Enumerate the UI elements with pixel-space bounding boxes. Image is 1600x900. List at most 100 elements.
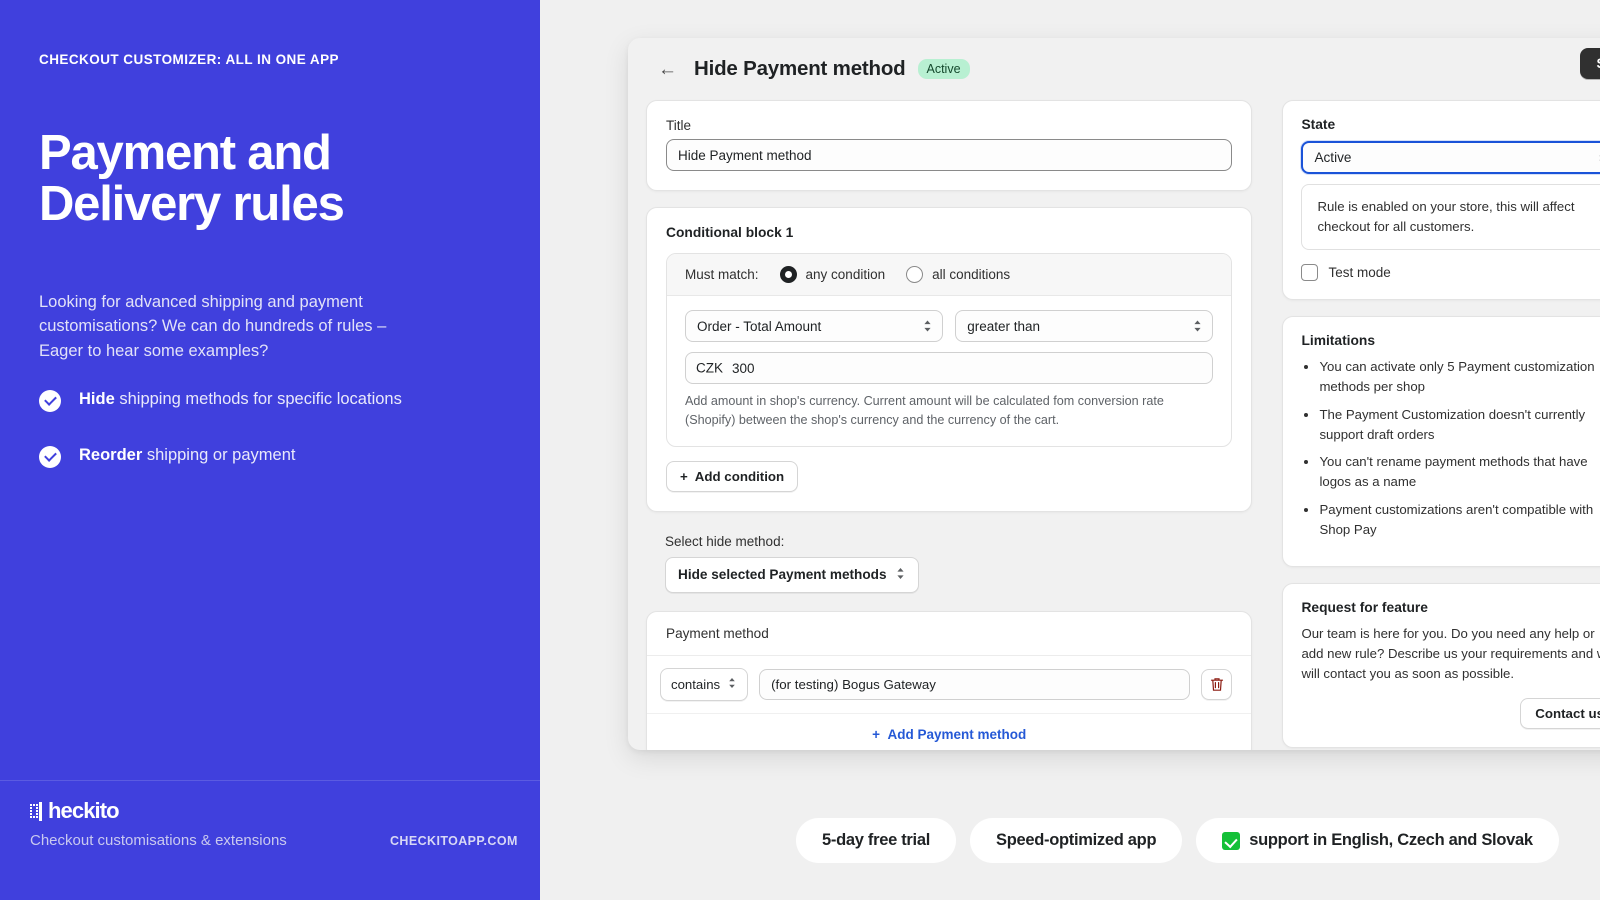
promo-title-line-2: Delivery rules — [39, 177, 345, 232]
state-note: Rule is enabled on your store, this will… — [1301, 184, 1600, 251]
condition-field-select[interactable]: Order - Total Amount — [685, 310, 944, 342]
hide-method-select[interactable]: Hide selected Payment methods — [665, 556, 919, 593]
condition-operator-select[interactable]: greater than — [955, 310, 1214, 342]
list-item: Payment customizations aren't compatible… — [1319, 500, 1600, 540]
promo-title-line-1: Payment and — [39, 126, 332, 180]
promo-feature-text: Reorder shipping or payment — [79, 444, 295, 467]
chevron-updown-icon — [727, 676, 737, 693]
list-item: You can activate only 5 Payment customiz… — [1319, 357, 1600, 397]
conditional-block-heading: Conditional block 1 — [666, 225, 794, 240]
pill-support-languages: support in English, Czech and Slovak — [1196, 818, 1559, 863]
payment-operator-value: contains — [671, 676, 721, 692]
condition-field-value: Order - Total Amount — [697, 318, 822, 334]
state-select-value: Active — [1314, 150, 1352, 165]
hide-method-section: Select hide method: Hide selected Paymen… — [646, 528, 1252, 595]
promo-eyebrow: CHECKOUT CUSTOMIZER: ALL IN ONE APP — [39, 52, 340, 67]
promo-feature-emphasis: Hide — [79, 390, 115, 408]
request-feature-card: Request for feature Our team is here for… — [1282, 582, 1600, 748]
add-payment-method-label: Add Payment method — [887, 726, 1027, 742]
page-root: CHECKOUT CUSTOMIZER: ALL IN ONE APP Paym… — [0, 0, 1600, 900]
condition-amount-wrapper: CZK — [685, 352, 1214, 384]
add-condition-label: Add condition — [694, 468, 785, 484]
promo-panel: CHECKOUT CUSTOMIZER: ALL IN ONE APP Paym… — [0, 0, 540, 900]
main-column: Title Conditional block 1 Must match: an… — [646, 100, 1253, 750]
list-item: Hide shipping methods for specific locat… — [39, 388, 459, 412]
conditional-block-inner: Must match: any condition all conditions — [666, 253, 1233, 447]
app-window: ← Hide Payment method Active Save Title … — [628, 38, 1600, 750]
trash-icon — [1210, 677, 1224, 691]
limitations-heading: Limitations — [1301, 333, 1376, 349]
limitations-card: Limitations You can activate only 5 Paym… — [1282, 316, 1600, 567]
contact-us-button[interactable]: Contact us — [1520, 697, 1600, 729]
list-item: The Payment Customization doesn't curren… — [1319, 405, 1600, 445]
title-field-label: Title — [666, 118, 692, 133]
test-mode-label: Test mode — [1328, 265, 1391, 281]
plus-icon: + — [872, 726, 881, 742]
payment-method-card: Payment method contains (for testing) Bo… — [646, 610, 1253, 750]
back-arrow-icon[interactable]: ← — [658, 60, 677, 79]
radio-all-conditions-label: all conditions — [932, 267, 1011, 282]
check-circle-icon — [39, 390, 61, 412]
app-body: Title Conditional block 1 Must match: an… — [628, 100, 1600, 750]
radio-any-condition[interactable]: any condition — [779, 266, 886, 283]
condition-amount-input[interactable] — [685, 352, 1214, 384]
request-feature-heading: Request for feature — [1301, 599, 1428, 615]
pill-label: Speed-optimized app — [996, 831, 1157, 849]
condition-operator-value: greater than — [967, 318, 1041, 334]
pill-label: 5-day free trial — [822, 831, 931, 849]
promo-subtitle: Looking for advanced shipping and paymen… — [39, 293, 387, 360]
sidebar-column: State Active Rule is enabled on your sto… — [1282, 100, 1600, 750]
test-mode-row[interactable]: Test mode — [1301, 264, 1600, 282]
pill-label: support in English, Czech and Slovak — [1249, 831, 1533, 849]
limitations-list: You can activate only 5 Payment customiz… — [1319, 357, 1600, 539]
green-check-icon — [1222, 831, 1241, 850]
table-row: contains — [647, 656, 1251, 713]
save-button[interactable]: Save — [1580, 48, 1600, 79]
status-badge: Active — [917, 59, 970, 79]
chevron-updown-icon — [895, 566, 906, 584]
title-input[interactable] — [666, 139, 1233, 171]
radio-all-conditions[interactable]: all conditions — [906, 266, 1010, 283]
app-header: ← Hide Payment method Active Save — [628, 38, 1600, 100]
list-item: You can't rename payment methods that ha… — [1319, 452, 1600, 492]
chevron-updown-icon — [1192, 319, 1203, 334]
promo-feature-list: Hide shipping methods for specific locat… — [39, 388, 459, 500]
payment-method-heading: Payment method — [647, 612, 1252, 656]
state-select[interactable]: Active — [1301, 141, 1600, 174]
delete-payment-method-button[interactable] — [1201, 668, 1233, 700]
list-item: Reorder shipping or payment — [39, 444, 459, 468]
hide-method-label: Select hide method: — [665, 533, 785, 549]
promo-feature-rest: shipping or payment — [142, 446, 296, 464]
promo-feature-emphasis: Reorder — [79, 446, 143, 464]
promo-feature-text: Hide shipping methods for specific locat… — [79, 388, 402, 411]
promo-divider — [0, 780, 540, 781]
payment-method-input[interactable] — [759, 668, 1191, 700]
checkito-logo: heckito — [30, 798, 120, 824]
promo-tagline: Checkout customisations & extensions — [30, 832, 287, 849]
bottom-pill-row: 5-day free trial Speed-optimized app sup… — [796, 818, 1559, 863]
promo-website: CHECKITOAPP.COM — [390, 834, 518, 848]
radio-any-condition-label: any condition — [805, 267, 886, 282]
request-feature-body: Our team is here for you. Do you need an… — [1301, 625, 1600, 681]
condition-row: Order - Total Amount greater than — [685, 310, 1214, 342]
state-card: State Active Rule is enabled on your sto… — [1282, 100, 1600, 301]
request-feature-actions: Contact us — [1301, 697, 1600, 729]
page-title: Hide Payment method — [694, 57, 906, 80]
plus-icon: + — [680, 468, 688, 484]
add-payment-method-button[interactable]: + Add Payment method — [647, 712, 1252, 750]
checkito-mark-icon — [30, 801, 47, 821]
payment-operator-select[interactable]: contains — [660, 667, 749, 701]
promo-title: Payment and Delivery rules — [39, 126, 499, 232]
condition-help-text: Add amount in shop's currency. Current a… — [685, 394, 1164, 427]
radio-all-conditions-icon[interactable] — [906, 266, 924, 283]
test-mode-checkbox[interactable] — [1301, 264, 1319, 282]
must-match-row: Must match: any condition all conditions — [667, 254, 1232, 296]
add-condition-button[interactable]: + Add condition — [666, 460, 799, 492]
radio-any-condition-icon[interactable] — [779, 266, 797, 283]
check-circle-icon — [39, 446, 61, 468]
condition-fields: Order - Total Amount greater than CZK 30… — [667, 296, 1231, 446]
conditional-block-card: Conditional block 1 Must match: any cond… — [646, 207, 1253, 512]
checkito-logo-text: heckito — [48, 798, 120, 823]
must-match-label: Must match: — [685, 267, 759, 282]
pill-speed-optimized: Speed-optimized app — [970, 818, 1183, 863]
